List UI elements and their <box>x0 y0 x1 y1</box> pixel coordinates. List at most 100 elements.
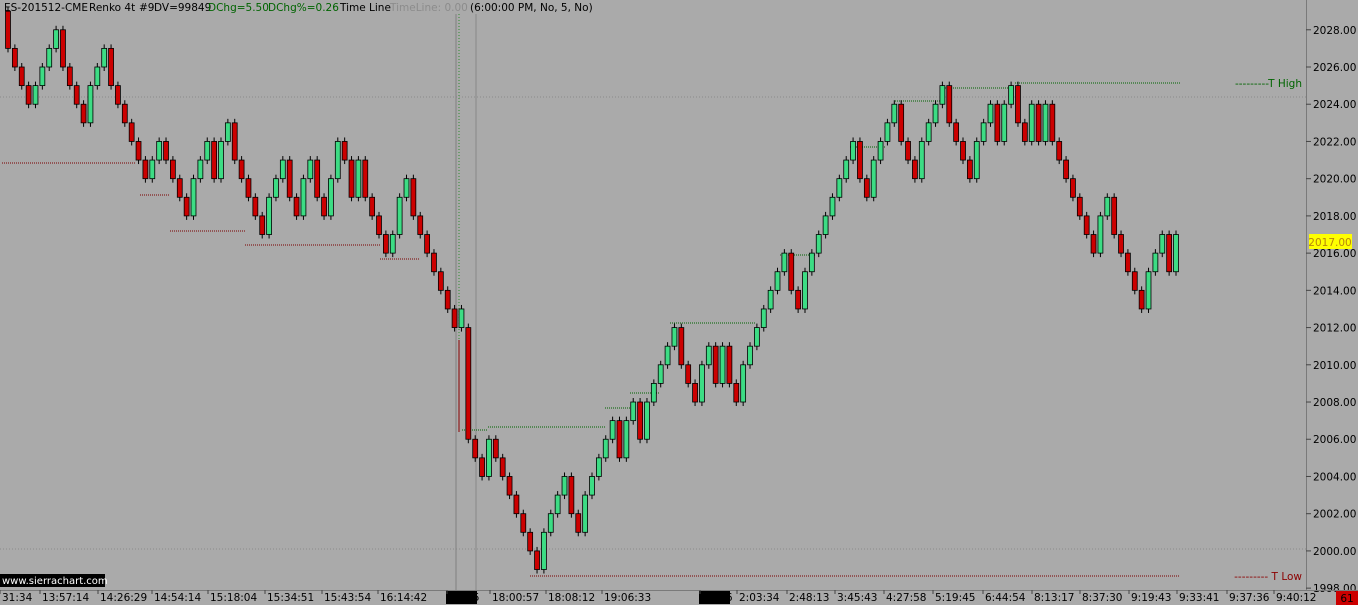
brick-body <box>94 66 101 87</box>
renko-brick-up <box>980 118 987 146</box>
brick-body <box>754 327 760 347</box>
renko-brick-up <box>94 63 101 90</box>
renko-brick-down <box>18 63 25 90</box>
renko-brick-down <box>472 435 479 462</box>
renko-brick-up <box>1152 249 1159 276</box>
renko-brick-up <box>808 249 815 276</box>
corner-badge[interactable]: 61 <box>1336 591 1358 605</box>
renko-brick-up <box>273 174 279 202</box>
brick-body <box>25 85 32 105</box>
time-tick-label: 4:27:58 <box>886 592 926 604</box>
renko-brick-down <box>451 304 458 332</box>
brick-body <box>170 159 176 180</box>
renko-brick-down <box>568 472 575 518</box>
time-tick-label: 15:43:54 <box>324 592 371 604</box>
brick-body <box>389 234 396 254</box>
brick-body <box>211 141 217 180</box>
renko-brick-down <box>444 286 451 313</box>
time-tick-label: 31:34 <box>2 592 33 604</box>
renko-brick-down <box>231 118 238 165</box>
brick-body <box>383 234 389 254</box>
time-tick-label: 18:08:12 <box>548 592 595 604</box>
time-tick-label: 15:34:51 <box>267 592 314 604</box>
brick-body <box>465 327 472 440</box>
brick-body <box>541 531 547 570</box>
time-tick-label: 16:14:42 <box>380 592 427 604</box>
brick-body <box>554 494 561 515</box>
study-id-label: #9 <box>139 2 154 14</box>
brick-body <box>1063 159 1069 180</box>
brick-body <box>671 327 678 347</box>
renko-brick-down <box>424 230 430 258</box>
brick-body <box>1173 234 1179 273</box>
renko-brick-down <box>726 342 733 388</box>
brick-body <box>286 159 293 198</box>
time-tick-label: 14:54:14 <box>154 592 201 604</box>
brick-body <box>1125 252 1131 273</box>
brick-body <box>898 103 905 142</box>
time-tick-label: 6:44:54 <box>985 592 1026 604</box>
renko-brick-down <box>616 416 623 462</box>
renko-brick-down <box>163 137 169 165</box>
brick-body <box>451 308 458 328</box>
price-tick-label: 2004.00 <box>1313 471 1356 483</box>
brick-body <box>802 271 808 310</box>
brick-body <box>692 383 698 403</box>
time-tick-label: 2:48:13 <box>789 592 829 604</box>
time-tick-label: 14:26:29 <box>100 592 147 604</box>
renko-brick-up <box>1159 230 1166 258</box>
renko-brick-down <box>286 156 293 202</box>
renko-brick-down <box>314 156 321 202</box>
renko-brick-down <box>905 137 911 165</box>
brick-body <box>1145 271 1152 310</box>
brick-body <box>967 159 973 180</box>
renko-brick-down <box>678 323 685 369</box>
brick-body <box>678 327 685 366</box>
brick-body <box>829 196 836 217</box>
dv-label: DV=99849 <box>154 2 211 14</box>
brick-body <box>980 122 987 142</box>
renko-brick-down <box>183 193 190 220</box>
brick-body <box>1042 103 1049 142</box>
brick-body <box>650 383 657 403</box>
brick-body <box>1131 271 1138 291</box>
renko-brick-down <box>492 435 499 462</box>
brick-body <box>314 159 321 198</box>
brick-body <box>699 364 705 403</box>
brick-body <box>1001 103 1008 142</box>
brick-body <box>1118 234 1124 254</box>
renko-brick-up <box>561 472 568 500</box>
renko-brick-down <box>1076 193 1083 220</box>
price-tick-label: 2010.00 <box>1313 360 1356 372</box>
renko-chart[interactable]: 2028.00 2026.00 2024.00 2022.00 2020.00 2018.… <box>0 0 1358 605</box>
renko-brick-down <box>142 156 149 183</box>
renko-brick-down <box>857 137 863 183</box>
renko-brick-down <box>795 286 801 313</box>
brick-body <box>417 215 424 235</box>
renko-brick-up <box>918 137 925 183</box>
renko-brick-down <box>1056 137 1063 165</box>
brick-body <box>637 401 643 440</box>
renko-brick-up <box>884 118 891 146</box>
renko-brick-down <box>863 174 870 202</box>
renko-brick-up <box>1008 81 1014 109</box>
t-low-label: --------- T Low <box>1234 571 1302 583</box>
brick-body <box>953 122 960 142</box>
brick-body <box>293 196 300 217</box>
sierrachart-watermark[interactable]: www.sierrachart.com <box>0 574 108 587</box>
time-tick-label: 9:33:41 <box>1179 592 1219 604</box>
brick-body <box>850 141 856 161</box>
renko-brick-down <box>437 267 444 295</box>
brick-body <box>403 178 410 198</box>
renko-brick-up <box>623 416 630 462</box>
brick-body <box>266 196 272 235</box>
renko-brick-down <box>1111 193 1118 239</box>
renko-brick-up <box>547 509 554 537</box>
brick-body <box>534 550 540 570</box>
renko-brick-up <box>877 137 884 165</box>
brick-body <box>939 85 946 105</box>
brick-body <box>279 159 286 180</box>
brick-body <box>863 178 870 198</box>
renko-brick-up <box>829 193 836 220</box>
renko-brick-down <box>527 528 534 555</box>
